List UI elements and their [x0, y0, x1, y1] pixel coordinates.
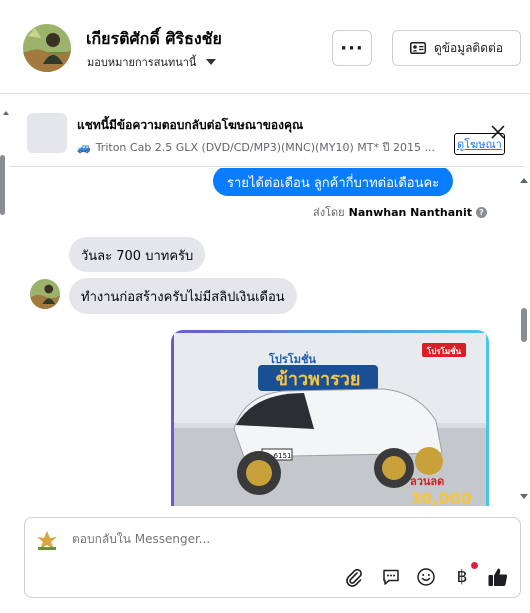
info-icon[interactable]: ? [476, 206, 487, 218]
saved-reply-icon [383, 569, 399, 585]
attach-icon [346, 568, 362, 587]
message-composer: ฿ [24, 517, 521, 598]
sent-by-name: Nanwhan Nanthanit [348, 205, 472, 219]
right-scrollbar-thumb[interactable] [521, 308, 527, 342]
ad-thumbnail [27, 113, 67, 153]
assign-label: มอบหมายการสนทนานี้ [87, 56, 197, 69]
car-icon: 🚙 [77, 140, 91, 154]
left-scrollbar[interactable] [0, 155, 5, 215]
incoming-message[interactable]: วันละ 700 บาทครับ [69, 237, 206, 272]
notification-dot [471, 562, 478, 569]
shared-ad-image[interactable]: โปรโมชั่น โปรโมชั่น ข้าวพารวย ษล 6151 ลว… [171, 330, 489, 506]
ad-banner-title: แชทนี้มีข้อความตอบกลับต่อโฆษณาของคุณ [77, 118, 304, 132]
more-options-button[interactable]: ··· [332, 30, 372, 66]
ad-banner-subtitle: 🚙 Triton Cab 2.5 GLX (DVD/CD/MP3)(MNC)(M… [77, 138, 447, 156]
scroll-up-arrow-icon[interactable] [3, 111, 9, 115]
attach-button[interactable] [343, 566, 365, 588]
sender-avatar[interactable] [30, 279, 60, 309]
scroll-down-arrow-icon[interactable] [520, 494, 528, 499]
incoming-message[interactable]: ทำงานก่อสร้างครับไม่มีสลิปเงินเดือน [69, 278, 297, 314]
sent-by-prefix: ส่งโดย [313, 206, 345, 219]
emoji-icon [417, 568, 435, 586]
payment-button[interactable]: ฿ [451, 566, 473, 588]
discount-label: ลวนลด [410, 475, 444, 488]
scroll-up-arrow-icon[interactable] [520, 178, 528, 183]
saved-reply-button[interactable] [380, 566, 402, 588]
ad-badge: โปรโมชั่น [426, 345, 462, 356]
dots-icon: ··· [340, 37, 364, 59]
ad-reply-banner: แชทนี้มีข้อความตอบกลับต่อโฆษณาของคุณ 🚙 T… [10, 95, 525, 167]
contact-card-icon [409, 42, 426, 54]
contact-name: เกียรติศักดิ์ ศิริธงชัย [86, 29, 222, 48]
view-contact-button[interactable]: ดูข้อมูลติดต่อ [392, 30, 521, 66]
thumbs-up-icon [488, 568, 508, 586]
ad-promo-big: ข้าวพารวย [276, 369, 361, 390]
ad-subtitle-text: Triton Cab 2.5 GLX (DVD/CD/MP3)(MNC)(MY1… [95, 141, 435, 154]
view-contact-label: ดูข้อมูลติดต่อ [433, 40, 504, 55]
baht-icon: ฿ [456, 567, 468, 587]
sent-by-label: ส่งโดย Nanwhan Nanthanit ? [313, 203, 487, 221]
assign-conversation[interactable]: มอบหมายการสนทนานี้ [87, 53, 217, 71]
outgoing-message[interactable]: รายได้ต่อเดือน ลูกค้ากี่บาทต่อเดือนคะ [213, 168, 454, 196]
conversation-header: เกียรติศักดิ์ ศิริธงชัย มอบหมายการสนทนาน… [0, 0, 530, 94]
reply-input[interactable] [72, 532, 472, 546]
contact-avatar[interactable] [23, 24, 71, 72]
page-logo-icon [37, 531, 57, 550]
close-icon[interactable] [490, 124, 506, 140]
ad-promo-small: โปรโมชั่น [268, 351, 316, 366]
message-thread: รายได้ต่อเดือน ลูกค้ากี่บาทต่อเดือนคะ ส่… [10, 168, 515, 506]
discount-value: 30,000 [410, 489, 472, 506]
like-button[interactable] [487, 566, 509, 588]
emoji-button[interactable] [415, 566, 437, 588]
caret-down-icon [206, 59, 217, 65]
